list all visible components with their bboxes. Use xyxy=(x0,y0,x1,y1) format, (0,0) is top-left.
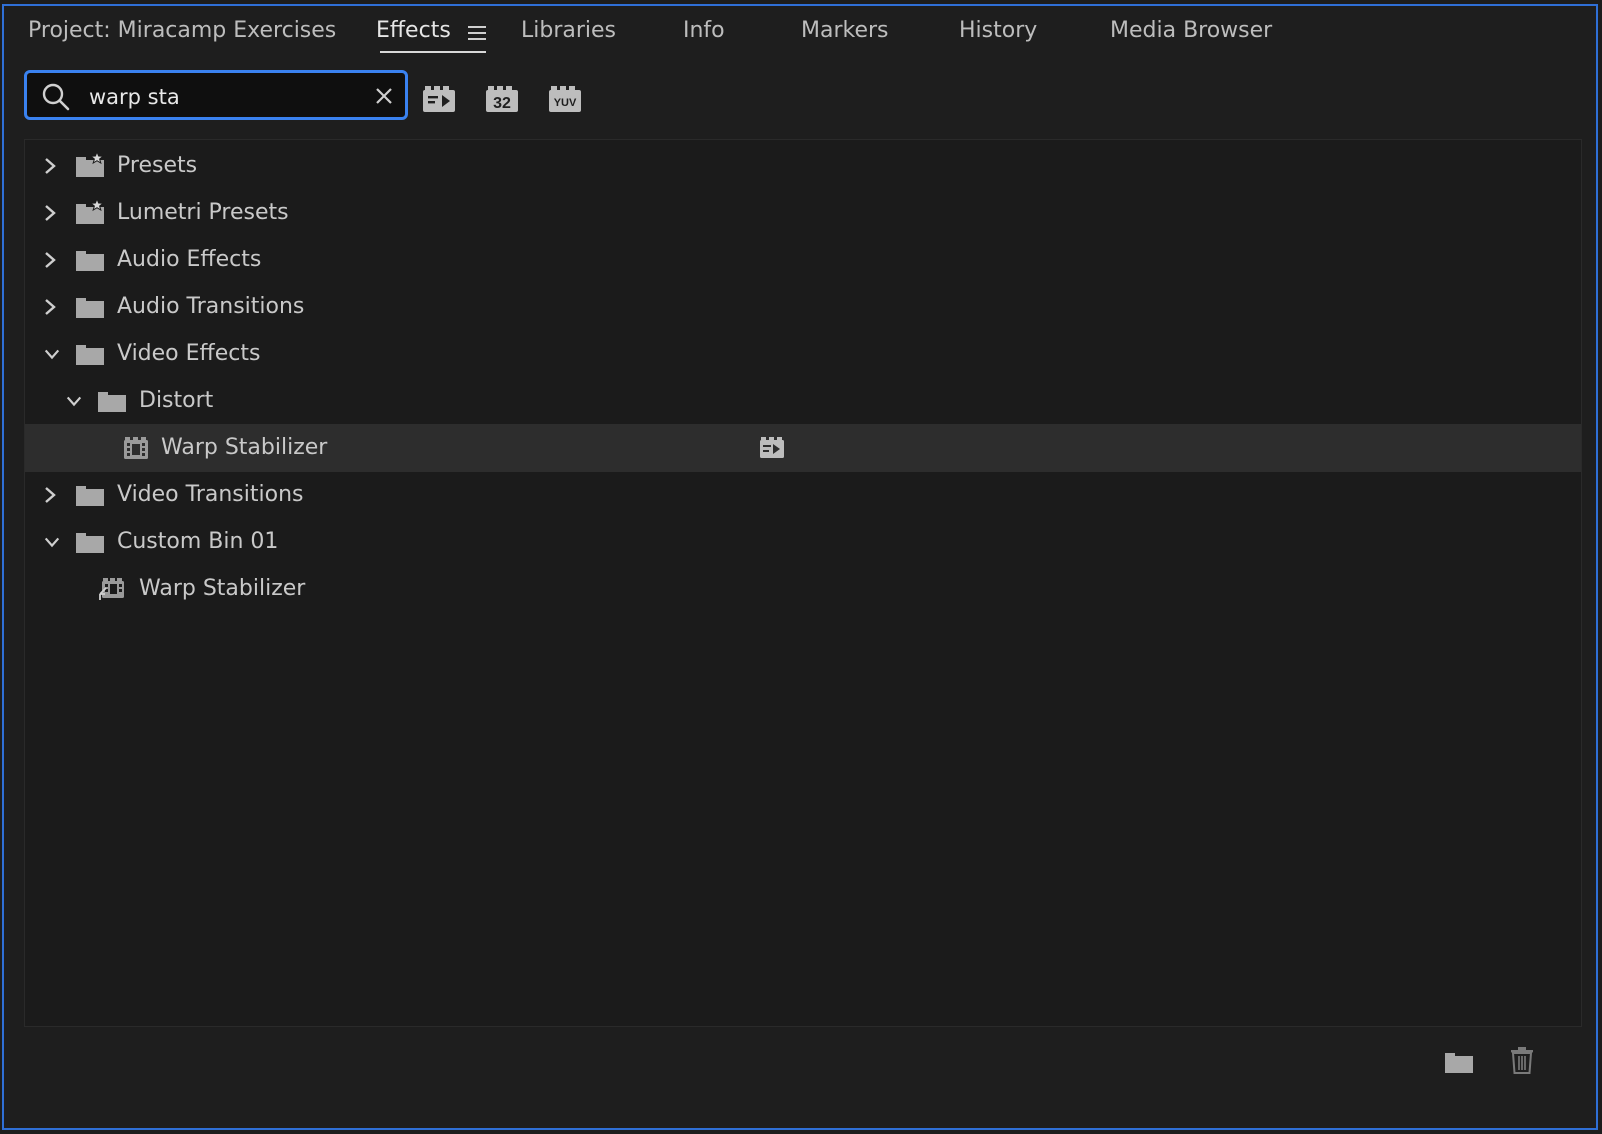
tab-history[interactable]: History xyxy=(959,18,1037,43)
tree-item-label: Distort xyxy=(139,388,214,413)
chevron-down-icon[interactable] xyxy=(43,532,61,552)
tab-info[interactable]: Info xyxy=(683,18,725,43)
search-box xyxy=(24,70,408,120)
chevron-right-icon[interactable] xyxy=(41,250,59,270)
chevron-down-icon[interactable] xyxy=(65,391,83,411)
yuv-filter-icon[interactable]: YUV xyxy=(548,84,582,114)
panel-tab-bar: Project: Miracamp Exercises Effects Libr… xyxy=(4,6,1596,62)
tree-item-label: Video Effects xyxy=(117,341,261,366)
tree-item-lumetri-presets[interactable]: Lumetri Presets xyxy=(25,189,1581,237)
tab-project[interactable]: Project: Miracamp Exercises xyxy=(28,18,336,43)
active-tab-indicator xyxy=(380,51,486,53)
tree-item-audio-transitions[interactable]: Audio Transitions xyxy=(25,283,1581,331)
search-icon xyxy=(42,83,70,111)
tree-item-distort[interactable]: Distort xyxy=(25,377,1581,425)
tree-item-presets[interactable]: Presets xyxy=(25,142,1581,190)
tree-item-audio-effects[interactable]: Audio Effects xyxy=(25,236,1581,284)
tree-item-label: Presets xyxy=(117,153,198,178)
tree-item-video-transitions[interactable]: Video Transitions xyxy=(25,471,1581,519)
tree-item-label: Custom Bin 01 xyxy=(117,529,279,554)
folder-icon xyxy=(76,251,104,271)
chevron-down-icon[interactable] xyxy=(43,344,61,364)
yuv-label: YUV xyxy=(554,97,577,109)
search-input[interactable] xyxy=(87,83,361,111)
effects-tree: Presets Lumetri Presets Audio Effects Au… xyxy=(24,139,1582,1027)
tree-item-label: Warp Stabilizer xyxy=(139,576,306,601)
preset-folder-icon xyxy=(76,199,105,224)
folder-icon xyxy=(76,486,104,506)
tab-effects[interactable]: Effects xyxy=(376,18,451,43)
clear-search-icon[interactable] xyxy=(373,85,395,107)
preset-folder-icon xyxy=(76,152,105,177)
folder-icon xyxy=(76,533,104,553)
chevron-right-icon[interactable] xyxy=(41,203,59,223)
effect-shortcut-icon xyxy=(99,578,124,600)
chevron-right-icon[interactable] xyxy=(41,297,59,317)
trash-icon[interactable] xyxy=(1510,1046,1534,1074)
tree-item-label: Audio Transitions xyxy=(117,294,305,319)
effects-panel-window: Project: Miracamp Exercises Effects Libr… xyxy=(2,4,1598,1130)
accelerated-effect-badge-icon xyxy=(760,437,784,458)
tree-item-label: Video Transitions xyxy=(117,482,304,507)
tab-libraries[interactable]: Libraries xyxy=(521,18,616,43)
folder-icon xyxy=(76,298,104,318)
32bit-color-filter-icon[interactable]: 32 xyxy=(485,84,519,114)
tree-item-label: Audio Effects xyxy=(117,247,262,272)
panel-menu-icon[interactable] xyxy=(468,26,486,42)
tree-item-video-effects[interactable]: Video Effects xyxy=(25,330,1581,378)
folder-icon xyxy=(98,392,126,412)
chevron-right-icon[interactable] xyxy=(41,485,59,505)
folder-icon xyxy=(76,345,104,365)
chevron-right-icon[interactable] xyxy=(41,156,59,176)
tree-item-warp-stabilizer[interactable]: Warp Stabilizer xyxy=(25,424,1581,472)
tree-item-label: Lumetri Presets xyxy=(117,200,289,225)
tree-item-label: Warp Stabilizer xyxy=(161,435,328,460)
tree-item-custom-bin[interactable]: Custom Bin 01 xyxy=(25,518,1581,566)
new-custom-bin-folder-icon[interactable] xyxy=(1444,1048,1474,1074)
tree-item-custom-warp-stabilizer[interactable]: Warp Stabilizer xyxy=(25,565,1581,613)
32bit-label: 32 xyxy=(493,95,511,112)
video-effect-icon xyxy=(124,437,148,459)
tab-markers[interactable]: Markers xyxy=(801,18,889,43)
accelerated-effects-filter-icon[interactable] xyxy=(422,84,456,114)
tab-media-browser[interactable]: Media Browser xyxy=(1110,18,1272,43)
